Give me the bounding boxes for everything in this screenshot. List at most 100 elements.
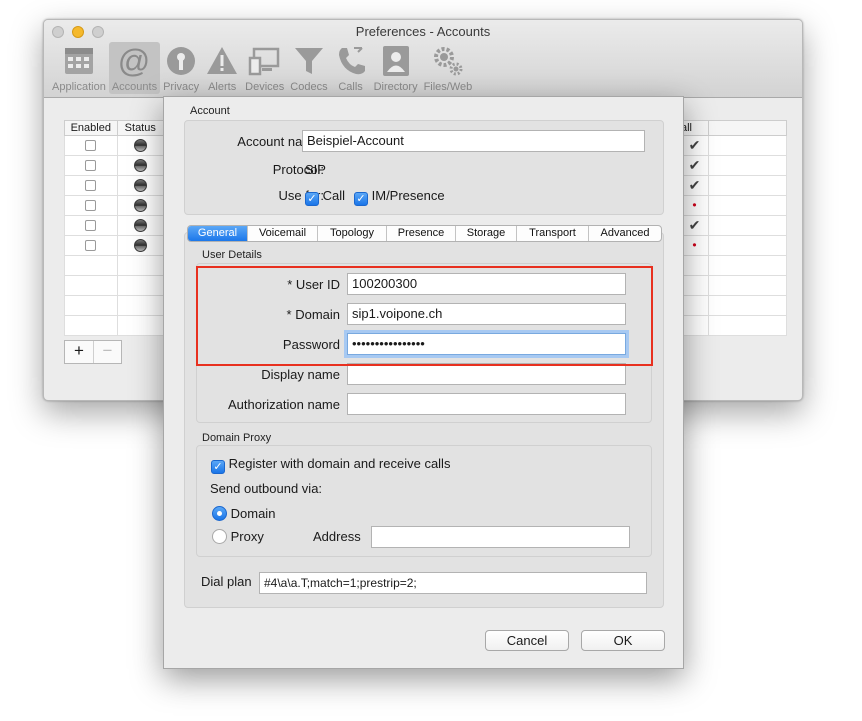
protocol-value: SIP xyxy=(305,162,326,177)
toolbar-privacy[interactable]: Privacy xyxy=(160,42,202,94)
enabled-checkbox[interactable] xyxy=(85,180,97,192)
table-row-empty xyxy=(64,275,165,296)
checkmark-icon: ✔ xyxy=(688,177,701,193)
toolbar-calls[interactable]: Calls xyxy=(331,42,371,94)
enabled-checkbox[interactable] xyxy=(85,220,97,232)
alert-triangle-icon xyxy=(207,47,238,74)
toolbar-devices[interactable]: Devices xyxy=(242,42,287,94)
toolbar-accounts[interactable]: @ Accounts xyxy=(108,42,161,94)
display-name-field[interactable] xyxy=(347,363,626,385)
use-for-im-option[interactable]: ✓ IM/Presence xyxy=(354,188,445,206)
ok-button[interactable]: OK xyxy=(581,630,665,651)
table-row[interactable] xyxy=(64,235,165,256)
window-title: Preferences - Accounts xyxy=(355,24,491,39)
toolbar-label: Codecs xyxy=(290,81,328,93)
table-row[interactable]: ✔ xyxy=(680,175,787,196)
status-indicator-icon xyxy=(133,199,147,212)
im-presence-checkbox[interactable]: ✓ xyxy=(354,192,368,206)
checkmark-icon: ✔ xyxy=(688,217,701,233)
svg-text:@: @ xyxy=(118,44,150,78)
call-checkbox[interactable]: ✓ xyxy=(305,192,319,206)
table-row[interactable] xyxy=(64,155,165,176)
domain-radio-label: Domain xyxy=(230,506,276,521)
status-indicator-icon xyxy=(133,219,147,232)
status-indicator-icon xyxy=(133,179,147,192)
table-row[interactable] xyxy=(64,175,165,196)
tab-transport[interactable]: Transport xyxy=(517,226,589,241)
phone-icon xyxy=(338,47,365,75)
table-row-empty xyxy=(680,275,787,296)
proxy-radio[interactable] xyxy=(212,529,227,544)
account-name-field[interactable]: Beispiel-Account xyxy=(302,130,645,152)
register-option[interactable]: ✓ Register with domain and receive calls xyxy=(211,456,450,474)
enabled-checkbox[interactable] xyxy=(85,160,97,172)
toolbar-label: Calls xyxy=(338,81,363,93)
checkmark-icon: ✔ xyxy=(688,157,701,173)
table-row[interactable]: ✔ xyxy=(680,135,787,156)
address-field[interactable] xyxy=(371,526,630,548)
domain-radio-option[interactable]: Domain xyxy=(212,506,275,521)
column-header-status[interactable]: Status xyxy=(116,120,165,136)
toolbar-application[interactable]: Application xyxy=(49,42,109,94)
privacy-icon xyxy=(167,47,196,75)
table-row[interactable] xyxy=(64,135,165,156)
accounts-table-call-column: all ✔ ✔ ✔ • ✔ • xyxy=(680,120,787,336)
at-sign-icon: @ xyxy=(118,44,150,78)
tab-presence[interactable]: Presence xyxy=(387,226,456,241)
column-header-call[interactable]: all xyxy=(680,120,709,136)
account-section-title: Account xyxy=(190,105,230,117)
tab-storage[interactable]: Storage xyxy=(456,226,517,241)
enabled-checkbox[interactable] xyxy=(85,240,97,252)
status-indicator-icon xyxy=(133,239,147,252)
toolbar-label: Privacy xyxy=(163,81,200,93)
table-row[interactable]: • xyxy=(680,235,787,256)
tab-advanced[interactable]: Advanced xyxy=(589,226,661,241)
table-header-row: Enabled Status xyxy=(64,120,165,136)
toolbar-directory[interactable]: Directory xyxy=(371,42,421,94)
table-row-empty xyxy=(64,255,165,276)
gears-icon xyxy=(433,47,463,76)
table-row[interactable] xyxy=(64,215,165,236)
table-row[interactable]: • xyxy=(680,195,787,216)
toolbar-label: Directory xyxy=(373,81,418,93)
tab-topology[interactable]: Topology xyxy=(318,226,387,241)
domain-radio[interactable] xyxy=(212,506,227,521)
enabled-checkbox[interactable] xyxy=(85,140,97,152)
dial-plan-field[interactable]: #4\a\a.T;match=1;prestrip=2; xyxy=(259,572,647,594)
tab-voicemail[interactable]: Voicemail xyxy=(248,226,318,241)
proxy-radio-option[interactable]: Proxy xyxy=(212,529,264,544)
checkmark-icon: ✔ xyxy=(688,137,701,153)
toolbar-codecs[interactable]: Codecs xyxy=(287,42,330,94)
column-header-enabled[interactable]: Enabled xyxy=(64,120,118,136)
dial-plan-label: Dial plan xyxy=(201,574,252,589)
table-row[interactable]: ✔ xyxy=(680,215,787,236)
remove-account-button[interactable]: − xyxy=(93,341,121,363)
toolbar-files-web[interactable]: Files/Web xyxy=(421,42,476,94)
table-row[interactable] xyxy=(64,195,165,216)
table-row-empty xyxy=(680,255,787,276)
enabled-checkbox[interactable] xyxy=(85,200,97,212)
toolbar-label: Application xyxy=(52,81,106,93)
status-indicator-icon xyxy=(133,139,147,152)
toolbar-label: Alerts xyxy=(208,81,237,93)
tab-general[interactable]: General xyxy=(188,226,248,241)
table-row-empty xyxy=(64,315,165,336)
highlight-frame xyxy=(196,266,653,366)
add-account-button[interactable]: + xyxy=(65,341,93,363)
status-indicator-icon xyxy=(133,159,147,172)
toolbar-label: Accounts xyxy=(111,81,158,93)
devices-icon xyxy=(248,47,279,76)
cancel-button[interactable]: Cancel xyxy=(485,630,569,651)
register-checkbox[interactable]: ✓ xyxy=(211,460,225,474)
im-presence-checkbox-label: IM/Presence xyxy=(371,188,445,203)
send-outbound-label: Send outbound via: xyxy=(210,481,323,496)
funnel-icon xyxy=(294,48,323,74)
table-row[interactable]: ✔ xyxy=(680,155,787,176)
use-for-call-option[interactable]: ✓ Call xyxy=(305,188,345,206)
toolbar-alerts[interactable]: Alerts xyxy=(202,42,242,94)
display-name-label: Display name xyxy=(261,367,340,382)
application-icon xyxy=(64,48,93,74)
contact-card-icon xyxy=(382,46,409,76)
authorization-name-field[interactable] xyxy=(347,393,626,415)
toolbar-label: Devices xyxy=(245,81,285,93)
